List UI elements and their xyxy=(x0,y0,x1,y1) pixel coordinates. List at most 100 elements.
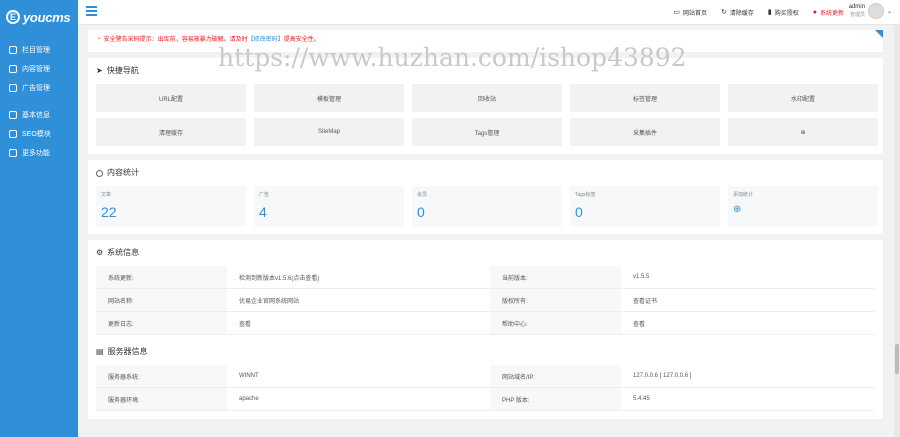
cell-label: 更新日志: xyxy=(96,311,227,335)
quick-btn-sitemap[interactable]: SiteMap xyxy=(254,118,404,146)
server-info-title: 服务器信息 xyxy=(107,347,148,356)
quick-btn-template[interactable]: 模板管理 xyxy=(254,84,404,112)
panel-title: ➤ 快捷导航 xyxy=(96,58,875,84)
menu-toggle-icon[interactable] xyxy=(86,6,97,16)
stat-card[interactable]: 广告 4 xyxy=(254,186,404,226)
stat-card[interactable]: 添加统计 ⊕ xyxy=(728,186,878,226)
cell-value: apache xyxy=(227,387,490,411)
update-link[interactable]: 检测到新版本v1.5.6(点击查看) xyxy=(227,266,490,289)
sidebar-item-basic-info[interactable]: 基本信息 xyxy=(0,105,78,124)
sidebar-item-label: 基本信息 xyxy=(22,111,50,119)
stat-card[interactable]: 文章 22 xyxy=(96,186,246,226)
sidebar-item-label: 栏目管理 xyxy=(22,46,50,54)
certificate-link[interactable]: 查看证书 xyxy=(621,288,875,312)
cell-value: 优易企业官网系统网站 xyxy=(227,288,490,312)
system-info-table: 系统更新: 检测到新版本v1.5.6(点击查看) 当前版本: v1.5.5 网站… xyxy=(96,266,875,335)
sidebar-separator xyxy=(0,97,78,105)
user-menu[interactable]: admin 管理员 ⌄ xyxy=(849,3,892,19)
bookmark-icon: ▮ xyxy=(767,9,772,16)
table-row: 更新日志: 查看 帮助中心: 查看 xyxy=(96,311,875,335)
top-link-label: 购买授权 xyxy=(774,10,799,17)
topbar: ▭ 网站首页 ↻ 清除缓存 ▮ 购买授权 ● 系统更新 admin 管理员 ⌄ xyxy=(78,0,900,25)
stat-label: 文章 xyxy=(101,192,112,198)
page-scrollbar[interactable] xyxy=(894,24,900,437)
quick-nav-title: 快捷导航 xyxy=(106,66,139,75)
stat-label: 添加统计 xyxy=(733,192,754,198)
quick-btn-url[interactable]: URL配置 xyxy=(96,84,246,112)
change-password-link[interactable]: 【修改密码】 xyxy=(248,37,284,43)
table-row: 系统更新: 检测到新版本v1.5.6(点击查看) 当前版本: v1.5.5 xyxy=(96,266,875,289)
add-stat-icon[interactable]: ⊕ xyxy=(733,204,873,215)
changelog-link[interactable]: 查看 xyxy=(227,311,490,335)
top-link-label: 网站首页 xyxy=(682,10,707,17)
top-link-label: 系统更新 xyxy=(819,10,844,17)
sidebar: E youcms 栏目管理 内容管理 广告管理 基本信息 SEO模块 更多功能 xyxy=(0,0,78,437)
seo-icon xyxy=(9,129,17,138)
settings-icon xyxy=(9,110,17,119)
notice-suffix: 提高安全性。 xyxy=(283,37,320,43)
system-info-title: 系统信息 xyxy=(107,248,140,257)
table-row: 网站名称: 优易企业官网系统网站 版权所有: 查看证书 xyxy=(96,288,875,312)
document-icon xyxy=(9,64,17,73)
sidebar-item-label: 内容管理 xyxy=(22,65,50,73)
sidebar-item-label: SEO模块 xyxy=(22,130,51,138)
chevron-down-icon[interactable]: ⌄ xyxy=(887,8,892,15)
cell-label: 服务器系统: xyxy=(96,365,227,388)
quick-nav-panel: ➤ 快捷导航 URL配置 模板管理 回收站 标签管理 水印配置 清理缓存 Sit… xyxy=(88,58,883,154)
quick-btn-cache[interactable]: 清理缓存 xyxy=(96,118,246,146)
sidebar-item-ads[interactable]: 广告管理 xyxy=(0,78,78,97)
sidebar-item-content[interactable]: 内容管理 xyxy=(0,59,78,78)
sidebar-item-columns[interactable]: 栏目管理 xyxy=(0,40,78,59)
stat-value: 4 xyxy=(259,204,267,220)
avatar[interactable] xyxy=(867,3,884,19)
main-content: ・ 安全警告采码提示：出库前，容易被暴力破解。请及时【修改密码】提高安全性。 h… xyxy=(88,30,883,419)
top-link-license[interactable]: ▮ 购买授权 xyxy=(768,8,799,17)
user-role: 管理员 xyxy=(849,12,865,18)
quick-btn-recycle[interactable]: 回收站 xyxy=(412,84,562,112)
logo-text: youcms xyxy=(23,9,71,25)
stat-value: 0 xyxy=(575,204,583,220)
gear-icon: ⚙ xyxy=(96,248,104,257)
scrollbar-thumb[interactable] xyxy=(895,344,899,374)
quick-btn-tags-manage[interactable]: 标签管理 xyxy=(570,84,720,112)
top-links: ▭ 网站首页 ↻ 清除缓存 ▮ 购买授权 ● 系统更新 xyxy=(673,0,844,24)
stat-card[interactable]: 会员 0 xyxy=(412,186,562,226)
chart-icon xyxy=(96,169,103,177)
monitor-icon: ▭ xyxy=(673,9,680,16)
stat-value: 22 xyxy=(101,204,117,220)
cell-label: 网站名称: xyxy=(96,288,227,312)
sidebar-item-seo[interactable]: SEO模块 xyxy=(0,124,78,143)
quick-btn-collect[interactable]: 采集插件 xyxy=(570,118,720,146)
stats-grid: 文章 22 广告 4 会员 0 Tags标签 0 添加统计 ⊕ xyxy=(96,186,878,226)
sidebar-item-label: 广告管理 xyxy=(22,84,50,92)
stat-value: 0 xyxy=(417,204,425,220)
alert-icon: ● xyxy=(812,8,817,16)
table-row: 服务器环境: apache PHP 版本: 5.4.45 xyxy=(96,387,875,411)
security-notice: ・ 安全警告采码提示：出库前，容易被暴力破解。请及时【修改密码】提高安全性。 xyxy=(88,30,883,52)
columns-icon xyxy=(9,45,17,54)
top-link-clear-cache[interactable]: ↻ 清除缓存 xyxy=(721,8,754,17)
top-link-label: 清除缓存 xyxy=(729,10,754,17)
send-icon: ➤ xyxy=(96,66,103,75)
cell-value: v1.5.5 xyxy=(621,266,875,289)
cell-value: 5.4.45 xyxy=(621,387,875,411)
stat-card[interactable]: Tags标签 0 xyxy=(570,186,720,226)
sidebar-nav: 栏目管理 内容管理 广告管理 基本信息 SEO模块 更多功能 xyxy=(0,40,78,162)
user-name: admin xyxy=(848,4,865,10)
stats-panel: 内容统计 文章 22 广告 4 会员 0 Tags标签 0 添加统计 ⊕ xyxy=(88,160,883,234)
system-info-panel: ⚙ 系统信息 系统更新: 检测到新版本v1.5.6(点击查看) 当前版本: v1… xyxy=(88,240,883,419)
brand-logo[interactable]: E youcms xyxy=(0,0,78,34)
corner-flag xyxy=(875,30,883,38)
cell-value: WINNT xyxy=(227,365,490,388)
quick-btn-add[interactable]: ⊕ xyxy=(728,118,878,146)
top-link-home[interactable]: ▭ 网站首页 xyxy=(673,8,707,17)
cell-label: 帮助中心: xyxy=(490,311,621,335)
stat-label: 会员 xyxy=(417,192,428,198)
panel-title: ▤ 服务器信息 xyxy=(96,339,875,365)
help-link[interactable]: 查看 xyxy=(621,311,875,335)
sidebar-item-more[interactable]: 更多功能 xyxy=(0,143,78,162)
sidebar-item-label: 更多功能 xyxy=(22,149,50,157)
quick-btn-tags[interactable]: Tags管理 xyxy=(412,118,562,146)
quick-btn-watermark[interactable]: 水印配置 xyxy=(728,84,878,112)
top-link-update[interactable]: ● 系统更新 xyxy=(813,8,844,17)
